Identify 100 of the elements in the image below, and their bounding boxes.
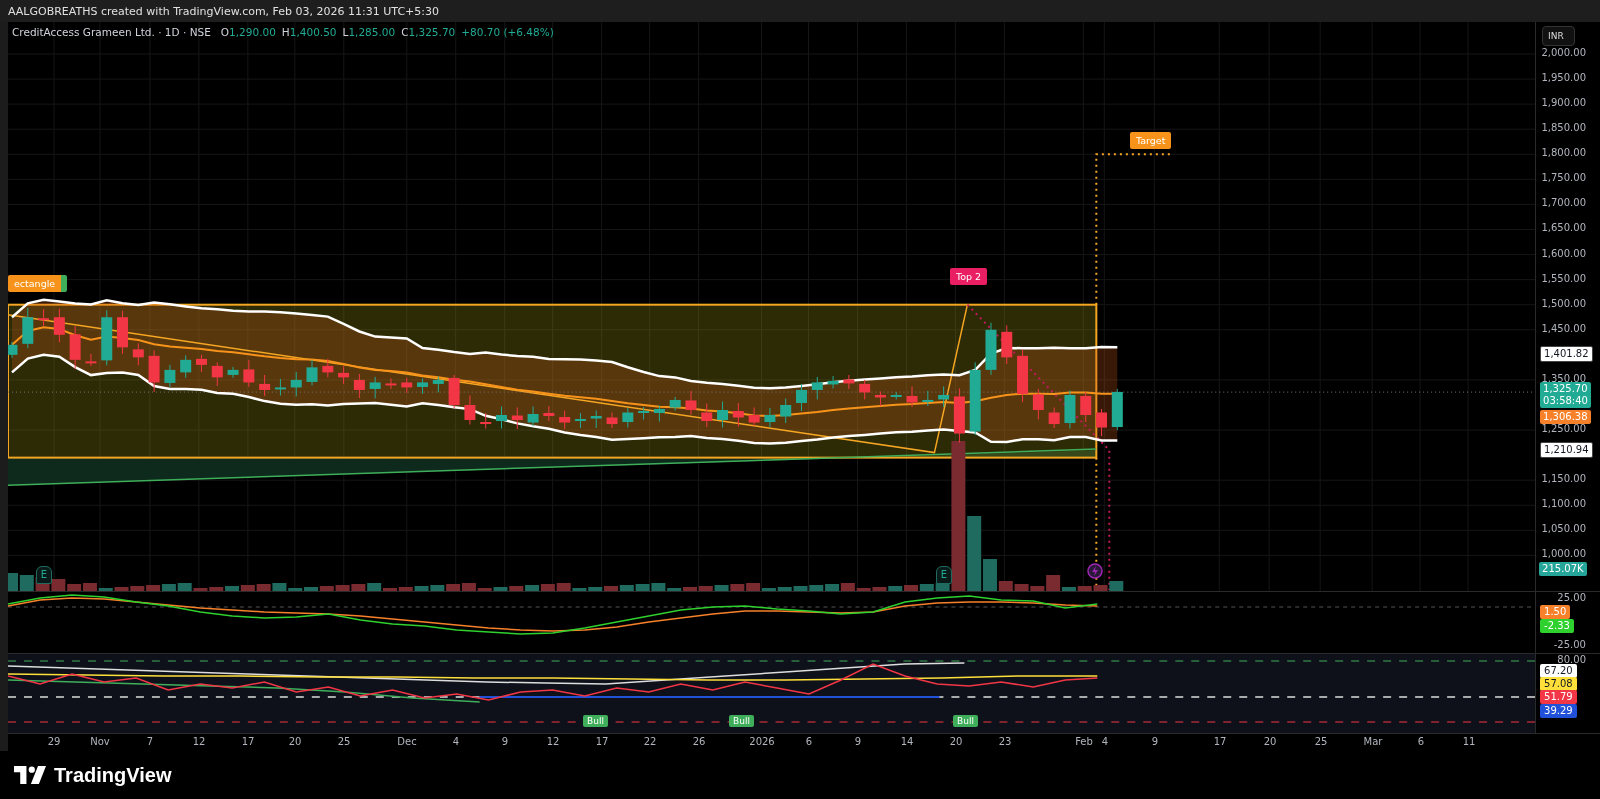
candle [211, 361, 223, 387]
candle [306, 359, 318, 386]
oscillator-marker: -2.33 [1540, 619, 1574, 633]
date-tick: 11 [1462, 736, 1476, 747]
ohlc-value: H1,400.50 [281, 26, 337, 38]
price-tick: 1,900.00 [1541, 97, 1586, 109]
currency-button[interactable]: INR [1542, 26, 1575, 46]
candle [69, 325, 81, 370]
candle [101, 309, 113, 366]
candle [85, 353, 97, 367]
candle [322, 358, 334, 378]
candle [748, 407, 760, 427]
candle [732, 402, 744, 428]
candle [827, 375, 839, 389]
logo-icon [14, 766, 46, 784]
date-tick: 9 [854, 736, 862, 747]
candle [1080, 391, 1092, 423]
oscillator-marker: 1.50 [1540, 605, 1571, 619]
candle [1032, 388, 1044, 420]
candle [701, 403, 713, 428]
signal-label: Bull [953, 715, 978, 727]
date-tick: 26 [692, 736, 706, 747]
candle [1064, 389, 1076, 430]
candle [1017, 349, 1029, 403]
candle [796, 383, 807, 412]
candle [480, 412, 492, 430]
date-tick: Mar [1363, 736, 1383, 747]
candle [938, 385, 950, 408]
candle [574, 412, 586, 429]
candle [622, 407, 634, 429]
oscillator-tick: 25.00 [1557, 592, 1586, 603]
rsi-marker: 39.29 [1540, 704, 1577, 718]
candle [606, 412, 618, 429]
date-tick: 9 [501, 736, 509, 747]
earnings-marker[interactable]: E [936, 566, 952, 584]
price-change: +80.70 (+6.48%) [461, 26, 554, 38]
candle [53, 308, 65, 343]
ohlc-value: O1,290.00 [220, 26, 276, 38]
candle [132, 342, 144, 366]
price-tick: 1,550.00 [1541, 272, 1586, 284]
candle [117, 310, 129, 355]
date-tick: Feb [1075, 736, 1093, 747]
candle [543, 405, 555, 422]
date-tick: 20 [1263, 736, 1277, 747]
candle [559, 410, 571, 430]
signal-label: Bull [583, 715, 608, 727]
rsi-marker: 67.20 [1540, 664, 1577, 678]
candle [196, 354, 207, 373]
date-tick: 4 [452, 736, 460, 747]
rsi-marker: 57.08 [1540, 677, 1577, 691]
candle [874, 390, 886, 407]
date-tick: 23 [998, 736, 1012, 747]
date-tick: 20 [288, 736, 302, 747]
date-tick: 6 [1417, 736, 1425, 747]
candle [148, 349, 160, 393]
date-tick: 20 [949, 736, 963, 747]
candle [638, 406, 650, 420]
price-tick: 1,000.00 [1541, 548, 1586, 560]
candle [227, 366, 239, 379]
candle [1001, 324, 1013, 365]
date-tick: 14 [900, 736, 914, 747]
price-marker: 215.07K [1539, 562, 1587, 576]
candle [401, 377, 413, 394]
lightning-icon[interactable] [1087, 563, 1103, 579]
price-tick: 1,050.00 [1541, 523, 1586, 535]
candle [1096, 408, 1107, 437]
candle [811, 376, 823, 400]
candle [164, 364, 176, 388]
earnings-marker[interactable]: E [36, 566, 52, 584]
price-tick: 1,450.00 [1541, 322, 1586, 334]
rsi-tick: 80.00 [1557, 654, 1586, 665]
brand-name: TradingView [54, 763, 172, 787]
date-tick: 12 [546, 736, 560, 747]
price-tick: 1,850.00 [1541, 122, 1586, 134]
candle [353, 373, 365, 399]
candle [385, 377, 397, 390]
price-tick: 1,500.00 [1541, 297, 1586, 309]
candle [8, 341, 18, 359]
candle [890, 391, 902, 400]
candle [590, 410, 602, 429]
candle [38, 308, 50, 327]
candle [859, 379, 871, 400]
date-tick: 12 [192, 736, 206, 747]
candle [274, 378, 286, 396]
price-tick: 1,350.00 [1541, 372, 1586, 384]
attribution-text: AALGOBREATHS created with TradingView.com, Feb 03, 2026 11:31 UTC+5:30 [8, 4, 439, 18]
candle [843, 374, 855, 390]
candle [243, 359, 255, 388]
candle [22, 307, 34, 349]
candle [496, 406, 507, 430]
candle [669, 396, 681, 411]
candle [653, 405, 665, 423]
price-tick: 1,150.00 [1541, 473, 1586, 485]
candle [985, 322, 997, 376]
date-tick: 17 [241, 736, 255, 747]
price-marker: 1,325.70 03:58:40 [1540, 382, 1591, 409]
date-tick: 9 [1151, 736, 1159, 747]
candle [464, 394, 476, 426]
price-tick: 1,800.00 [1541, 147, 1586, 159]
date-tick: 17 [595, 736, 609, 747]
